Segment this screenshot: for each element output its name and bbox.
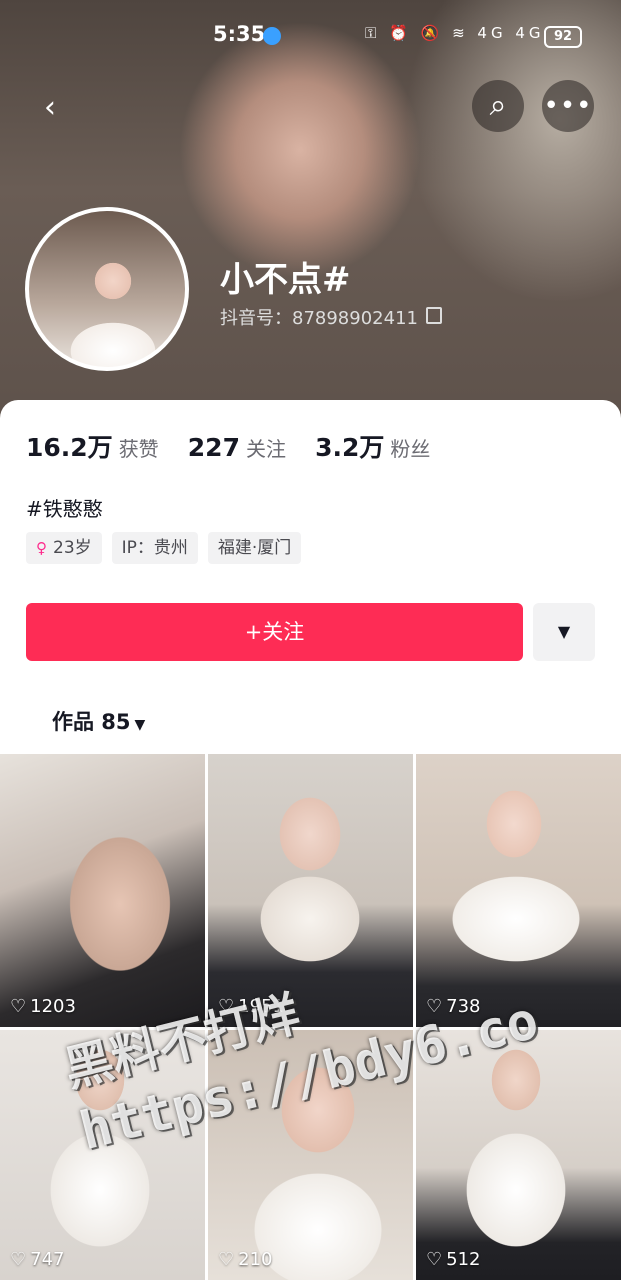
likes-count[interactable]: 16.2万 xyxy=(26,433,113,462)
ip-tag: IP：贵州 xyxy=(111,532,198,564)
search-button[interactable]: ⌕ xyxy=(472,80,524,132)
battery-icon: 92 xyxy=(544,26,582,48)
works-label: 作品 85 xyxy=(52,710,131,734)
female-icon: ♀ xyxy=(36,539,47,557)
status-bar: 5:35 ⚿ ⏰ 🔕 ≋ 4G 4G 92 xyxy=(0,16,621,56)
age-text: 23岁 xyxy=(53,538,92,558)
like-count: 210 xyxy=(238,1249,273,1270)
heart-icon: ♡ xyxy=(10,1249,27,1270)
recommend-dropdown-button[interactable]: ▼ xyxy=(533,603,595,661)
search-icon: ⌕ xyxy=(489,88,507,123)
followers-count[interactable]: 3.2万 xyxy=(315,433,384,462)
back-arrow-icon: ‹ xyxy=(44,90,56,125)
like-count: 1203 xyxy=(30,996,76,1017)
copy-icon[interactable] xyxy=(426,307,442,324)
profile-info-card: 16.2万 获赞 227 关注 3.2万 粉丝 #铁憨憨 ♀ 23岁 IP：贵州 福建·… xyxy=(0,400,621,755)
more-options-button[interactable]: ••• xyxy=(542,80,594,132)
more-icon: ••• xyxy=(543,91,593,121)
caret-down-icon: ▼ xyxy=(134,717,146,733)
likes-label: 获赞 xyxy=(118,437,159,461)
status-icons: ⚿ ⏰ 🔕 ≋ 4G 4G xyxy=(365,24,545,42)
video-thumbnail[interactable]: ♡ 1203 xyxy=(0,754,205,1027)
video-likes: ♡ 512 xyxy=(426,1249,481,1270)
follow-button[interactable]: +关注 xyxy=(26,603,523,661)
status-time: 5:35 xyxy=(213,22,266,46)
stats-row: 16.2万 获赞 227 关注 3.2万 粉丝 xyxy=(26,428,454,464)
back-button[interactable]: ‹ xyxy=(24,82,76,134)
like-count: 747 xyxy=(30,1249,65,1270)
tab-works[interactable]: 作品 85 ▼ xyxy=(52,706,145,736)
heart-icon: ♡ xyxy=(10,996,27,1017)
triangle-down-icon: ▼ xyxy=(557,622,571,641)
heart-icon: ♡ xyxy=(218,1249,235,1270)
heart-icon: ♡ xyxy=(426,1249,443,1270)
bio-text: #铁憨憨 xyxy=(26,497,103,521)
video-likes: ♡ 210 xyxy=(218,1249,273,1270)
message-notification-icon xyxy=(263,27,281,45)
following-count[interactable]: 227 xyxy=(188,433,240,462)
location-tag: 福建·厦门 xyxy=(207,532,302,564)
like-count: 512 xyxy=(446,1249,481,1270)
douyin-id: 抖音号：87898902411 xyxy=(220,308,418,329)
profile-name: 小不点# xyxy=(220,260,351,300)
age-tag: ♀ 23岁 xyxy=(26,532,102,564)
followers-label: 粉丝 xyxy=(390,437,431,461)
video-likes: ♡ 747 xyxy=(10,1249,65,1270)
following-label: 关注 xyxy=(245,437,286,461)
profile-tags: ♀ 23岁 IP：贵州 福建·厦门 xyxy=(26,532,302,564)
avatar[interactable] xyxy=(25,207,189,371)
video-likes: ♡ 1203 xyxy=(10,996,76,1017)
